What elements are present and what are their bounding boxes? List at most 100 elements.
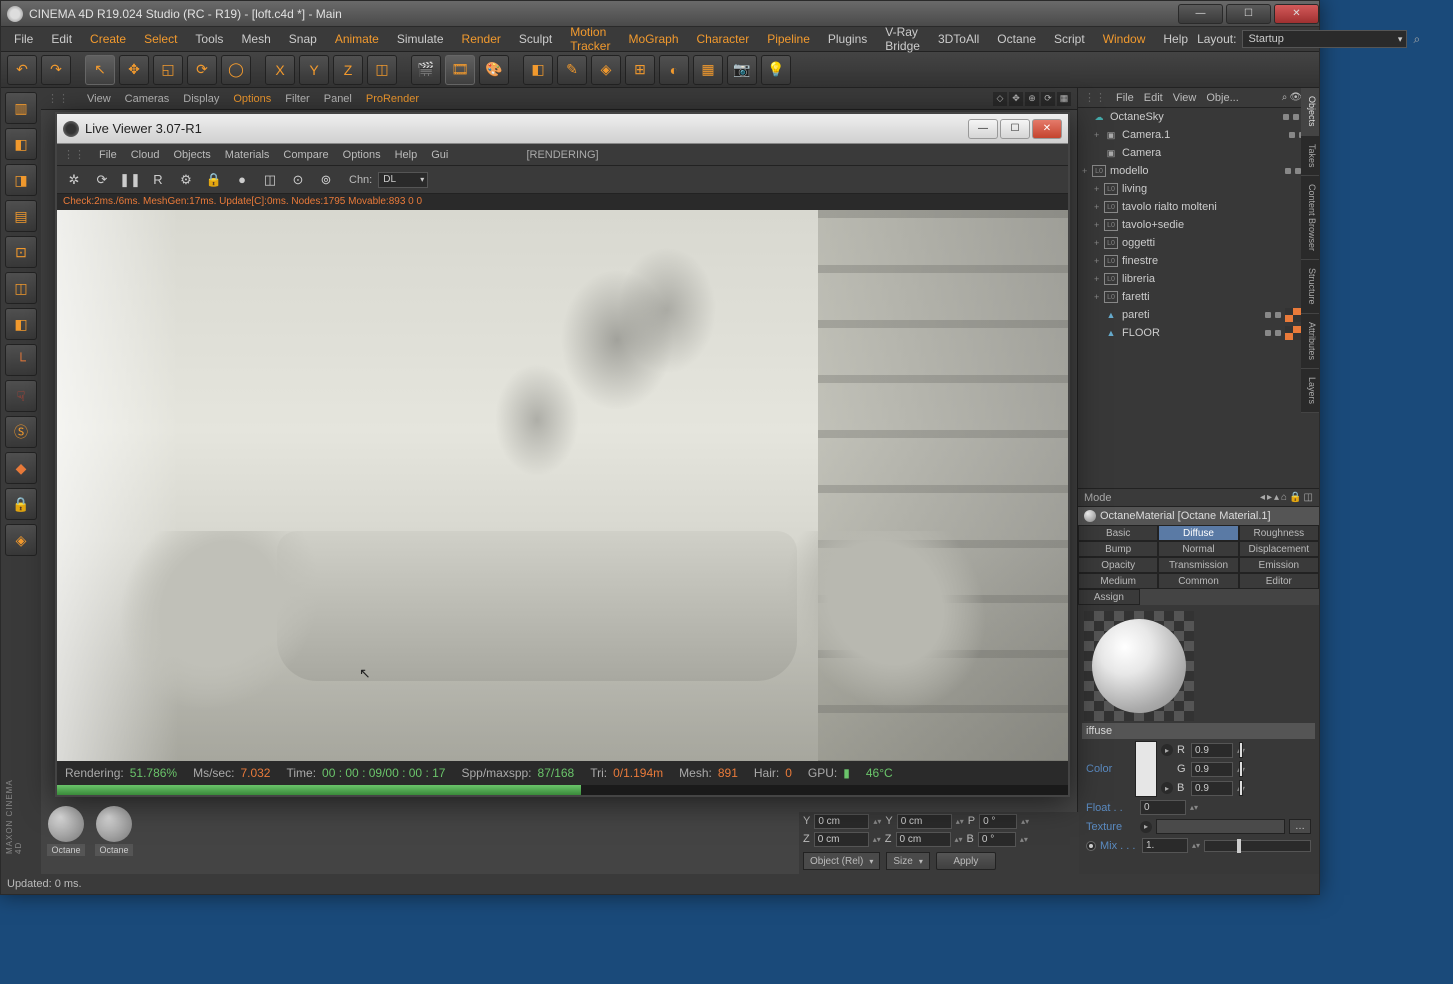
x-axis-lock[interactable]: X — [265, 55, 295, 85]
viewport-menu-panel[interactable]: Panel — [324, 93, 352, 105]
expand-icon[interactable]: + — [1094, 274, 1104, 284]
viewport-nav-icon[interactable]: ⟳ — [1041, 92, 1055, 106]
attr-tab-opacity[interactable]: Opacity — [1078, 557, 1158, 573]
undo-button[interactable]: ↶ — [7, 55, 37, 85]
tree-item-pareti[interactable]: ▲pareti — [1078, 306, 1319, 324]
tree-item-living[interactable]: +L0living — [1078, 180, 1319, 198]
menu-window[interactable]: Window — [1094, 30, 1155, 48]
lv-menu-file[interactable]: File — [99, 149, 117, 161]
attr-tab-roughness[interactable]: Roughness — [1239, 525, 1319, 541]
tree-item-tavolo-rialto-molteni[interactable]: +L0tavolo rialto molteni — [1078, 198, 1319, 216]
obj-menu-obje[interactable]: Obje... — [1206, 92, 1238, 104]
viewport-menu-prorender[interactable]: ProRender — [366, 93, 419, 105]
lv-reload-icon[interactable]: ⟳ — [91, 169, 113, 191]
minimize-button[interactable]: — — [1178, 4, 1223, 24]
search-icon[interactable]: ⌕ — [1413, 32, 1420, 47]
lv-clay-icon[interactable]: ◫ — [259, 169, 281, 191]
locked-workplane[interactable]: 🔒 — [5, 488, 37, 520]
tree-item-libreria[interactable]: +L0libreria — [1078, 270, 1319, 288]
layout-dropdown[interactable]: Startup — [1242, 30, 1407, 48]
lv-region-icon[interactable]: R — [147, 169, 169, 191]
r-input[interactable]: 0.9 — [1191, 743, 1233, 758]
tree-item-finestre[interactable]: +L0finestre — [1078, 252, 1319, 270]
tree-item-camera[interactable]: ▣Camera — [1078, 144, 1319, 162]
visibility-dot[interactable] — [1283, 114, 1289, 120]
tree-item-oggetti[interactable]: +L0oggetti — [1078, 234, 1319, 252]
floor-object[interactable]: ▦ — [693, 55, 723, 85]
coord-mode-dropdown[interactable]: Object (Rel) — [803, 852, 880, 870]
menu-pipeline[interactable]: Pipeline — [758, 30, 819, 48]
light-object[interactable]: 💡 — [761, 55, 791, 85]
channel-dropdown[interactable]: DL — [378, 172, 428, 188]
viewport-menu-cameras[interactable]: Cameras — [125, 93, 170, 105]
viewport-nav-icon[interactable]: ✥ — [1009, 92, 1023, 106]
menu-animate[interactable]: Animate — [326, 30, 388, 48]
menu-character[interactable]: Character — [688, 30, 759, 48]
picture-viewer-button[interactable]: 🎨 — [479, 55, 509, 85]
viewport-nav-icon[interactable]: ⊕ — [1025, 92, 1039, 106]
attr-tab-basic[interactable]: Basic — [1078, 525, 1158, 541]
attr-nav-up[interactable]: ▴ — [1274, 492, 1279, 503]
live-viewer-titlebar[interactable]: Live Viewer 3.07-R1 — ☐ ✕ — [57, 114, 1068, 144]
lv-lock-icon[interactable]: 🔒 — [203, 169, 225, 191]
expand-icon[interactable]: + — [1094, 292, 1104, 302]
b-input[interactable]: 0.9 — [1191, 781, 1233, 796]
redo-button[interactable]: ↷ — [41, 55, 71, 85]
attr-nav-fwd[interactable]: ▸ — [1267, 492, 1272, 503]
attr-tab-common[interactable]: Common — [1158, 573, 1238, 589]
attr-lock-icon[interactable]: 🔒 — [1289, 492, 1301, 503]
float-spinner[interactable]: ▴▾ — [1190, 803, 1198, 812]
expand-icon[interactable]: + — [1094, 256, 1104, 266]
lv-sphere-icon[interactable]: ● — [231, 169, 253, 191]
workplane-snap[interactable]: ◆ — [5, 452, 37, 484]
menu-plugins[interactable]: Plugins — [819, 30, 876, 48]
viewport-nav-icon[interactable]: ▦ — [1057, 92, 1071, 106]
menu-mesh[interactable]: Mesh — [232, 30, 279, 48]
select-tool[interactable]: ↖ — [85, 55, 115, 85]
visibility-dot[interactable] — [1265, 312, 1271, 318]
lv-pick-focus-icon[interactable]: ⊙ — [287, 169, 309, 191]
render-dot[interactable] — [1275, 330, 1281, 336]
render-view-button[interactable]: 🎬 — [411, 55, 441, 85]
model-mode[interactable]: ◧ — [5, 128, 37, 160]
lv-menu-help[interactable]: Help — [395, 149, 418, 161]
z-axis-lock[interactable]: Z — [333, 55, 363, 85]
menu-snap[interactable]: Snap — [280, 30, 326, 48]
tree-item-tavolo+sedie[interactable]: +L0tavolo+sedie — [1078, 216, 1319, 234]
attr-nav-home[interactable]: ⌂ — [1281, 492, 1287, 503]
viewport-menu-display[interactable]: Display — [183, 93, 219, 105]
menu-simulate[interactable]: Simulate — [388, 30, 453, 48]
render-dot[interactable] — [1275, 312, 1281, 318]
expand-icon[interactable]: + — [1082, 166, 1092, 176]
lv-menu-compare[interactable]: Compare — [283, 149, 328, 161]
mix-spinner[interactable]: ▴▾ — [1192, 841, 1200, 850]
menu-motion-tracker[interactable]: Motion Tracker — [561, 23, 619, 55]
render-dot[interactable] — [1293, 114, 1299, 120]
tweak-mode[interactable]: ☟ — [5, 380, 37, 412]
lv-pause-icon[interactable]: ❚❚ — [119, 169, 141, 191]
expand-icon[interactable]: + — [1094, 202, 1104, 212]
texture-browse[interactable]: … — [1289, 819, 1311, 834]
attr-tab-displacement[interactable]: Displacement — [1239, 541, 1319, 557]
right-tab-layers[interactable]: Layers — [1301, 369, 1319, 413]
lv-refresh-icon[interactable]: ✲ — [63, 169, 85, 191]
attr-tab-bump[interactable]: Bump — [1078, 541, 1158, 557]
cube-primitive[interactable]: ◧ — [523, 55, 553, 85]
mix-slider[interactable] — [1204, 840, 1311, 852]
checker-tag[interactable] — [1285, 326, 1301, 340]
lv-maximize-button[interactable]: ☐ — [1000, 119, 1030, 139]
texture-arrow[interactable]: ▸ — [1140, 821, 1152, 833]
snap-settings[interactable]: Ⓢ — [5, 416, 37, 448]
apply-button[interactable]: Apply — [936, 852, 996, 870]
texture-mode[interactable]: ◨ — [5, 164, 37, 196]
viewport-menu-filter[interactable]: Filter — [285, 93, 309, 105]
lv-close-button[interactable]: ✕ — [1032, 119, 1062, 139]
polygon-mode[interactable]: ◧ — [5, 308, 37, 340]
tree-item-octanesky[interactable]: ☁OctaneSky — [1078, 108, 1319, 126]
bend-deformer[interactable]: ◐ — [659, 55, 689, 85]
visibility-dot[interactable] — [1285, 168, 1291, 174]
object-tree[interactable]: ☁OctaneSky+▣Camera.1▣Camera+L0modello+L0… — [1078, 108, 1319, 488]
material-thumb[interactable]: Octane — [93, 806, 135, 856]
menu-mograph[interactable]: MoGraph — [619, 30, 687, 48]
attr-tab-medium[interactable]: Medium — [1078, 573, 1158, 589]
